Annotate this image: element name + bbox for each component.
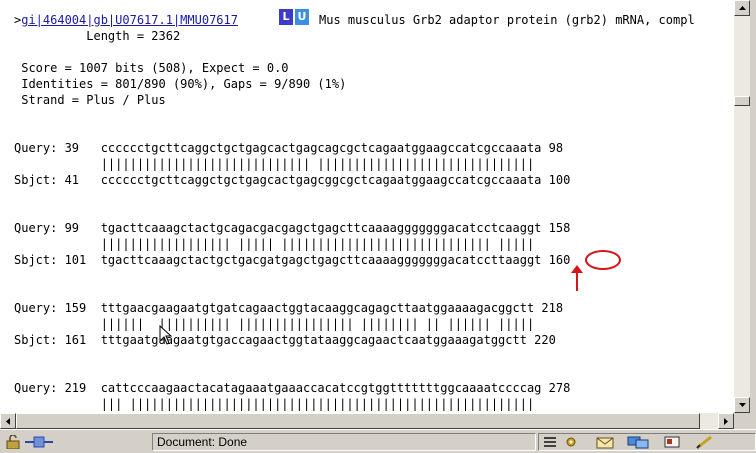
status-text: Document: Done xyxy=(157,435,248,449)
hit-description: Mus musculus Grb2 adaptor protein (grb2)… xyxy=(319,13,695,27)
vertical-scrollbar[interactable] xyxy=(734,0,750,413)
edit-pencil-icon[interactable] xyxy=(695,435,715,449)
match-line: ||| ||||||||||||||||||||||||||||||||||||… xyxy=(14,397,535,411)
query-line: Query: 159 tttgaacgaagaatgtgatcagaactggt… xyxy=(14,301,564,315)
up-arrow-icon xyxy=(571,265,583,291)
arrow-down-icon xyxy=(738,403,746,407)
linkout-u-badge[interactable]: U xyxy=(295,9,309,25)
score-line: Score = 1007 bits (508), Expect = 0.0 xyxy=(14,61,289,75)
chat-icon[interactable] xyxy=(627,435,649,449)
arrow-up-icon xyxy=(738,6,746,10)
scroll-left-button[interactable] xyxy=(0,413,16,429)
query-line: Query: 99 tgacttcaaagctactgcagacgacgagct… xyxy=(14,221,571,235)
hit-length: Length = 2362 xyxy=(14,29,181,43)
match-line: |||||||||||||||||| ||||| |||||||||||||||… xyxy=(14,237,535,251)
window-edge xyxy=(750,0,756,429)
mouse-cursor-icon xyxy=(159,325,173,345)
lock-icon xyxy=(6,435,20,449)
strand-line: Strand = Plus / Plus xyxy=(14,93,166,107)
scroll-right-button[interactable] xyxy=(718,413,734,429)
scroll-down-button[interactable] xyxy=(734,397,750,413)
sbjct-line: Sbjct: 41 cccccctgcttcaggctgctgagcactgag… xyxy=(14,173,571,187)
list-icon[interactable] xyxy=(543,435,557,449)
hit-id-link[interactable]: gi|464004|gb|U07617.1|MMU07617 xyxy=(21,13,238,27)
status-bar: Document: Done xyxy=(0,429,756,453)
connection-icon xyxy=(25,436,53,448)
mail-icon[interactable] xyxy=(596,435,614,449)
query-line: Query: 219 cattcccaagaactacatagaaatgaaac… xyxy=(14,381,571,395)
query-line: Query: 39 cccccctgcttcaggctgctgagcactgag… xyxy=(14,141,564,155)
blast-result-page: >gi|464004|gb|U07617.1|MMU07617 L U Mus … xyxy=(0,0,734,413)
vertical-scroll-thumb[interactable] xyxy=(734,96,750,106)
match-line: ||||||||||||||||||||||||||||| ||||||||||… xyxy=(14,157,535,171)
hit-header: >gi|464004|gb|U07617.1|MMU07617 xyxy=(14,12,238,28)
scroll-up-button[interactable] xyxy=(734,0,750,16)
identities-line: Identities = 801/890 (90%), Gaps = 9/890… xyxy=(14,77,347,91)
settings-gear-icon[interactable] xyxy=(562,435,580,449)
sbjct-line: Sbjct: 161 tttgaatgaagaatgtgaccagaactggt… xyxy=(14,333,556,347)
horizontal-scrollbar[interactable] xyxy=(0,413,734,429)
linkout-l-badge[interactable]: L xyxy=(279,9,293,25)
sbjct-line: Sbjct: 101 tgacttcaaagctactgctgacgatgagc… xyxy=(14,253,571,267)
arrow-right-icon xyxy=(724,417,728,425)
horizontal-scroll-thumb[interactable] xyxy=(16,413,700,429)
card-icon[interactable] xyxy=(664,435,680,449)
highlight-circle xyxy=(585,250,621,270)
match-line: |||||| |||||||||| |||||||||||||||| |||||… xyxy=(14,317,535,331)
scrollbar-corner xyxy=(734,413,750,429)
arrow-left-icon xyxy=(6,417,10,425)
